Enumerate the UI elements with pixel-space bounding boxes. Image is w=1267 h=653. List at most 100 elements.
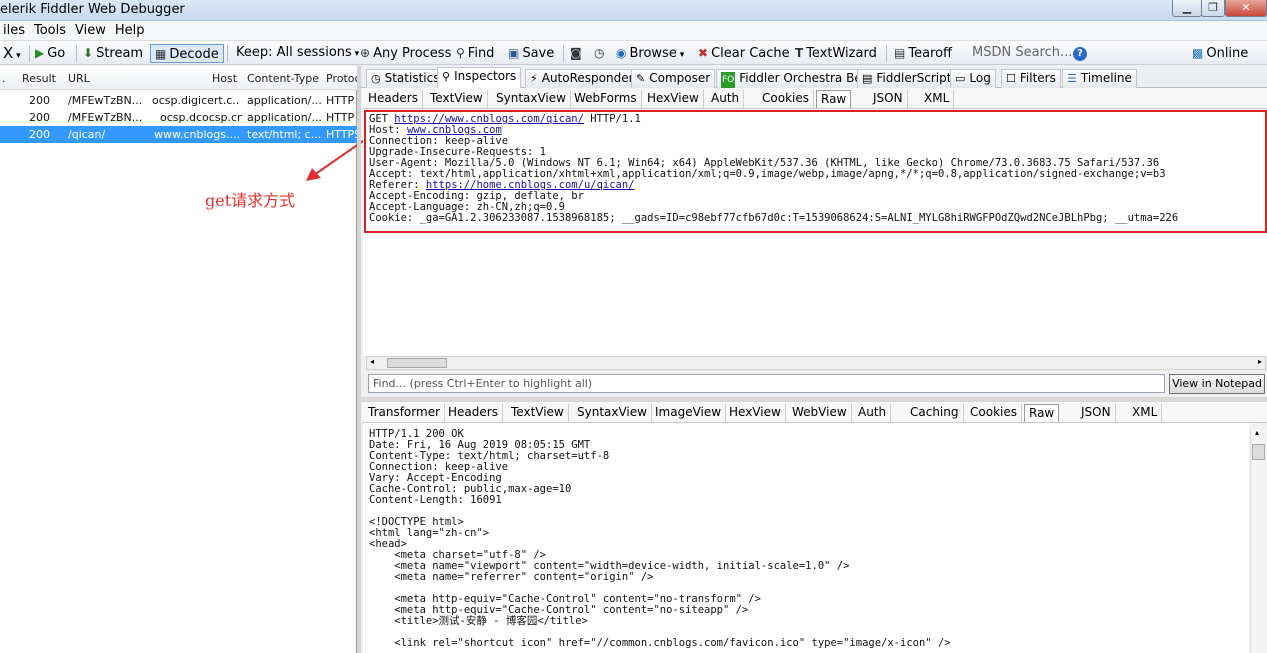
menu-tools[interactable]: Tools — [31, 21, 72, 38]
tab-filters[interactable]: ☐ Filters — [1001, 69, 1061, 88]
log-icon: ▭ — [955, 72, 966, 85]
lightning-icon: ⚡ — [530, 72, 538, 85]
tab-composer[interactable]: ✎ Composer — [631, 69, 716, 88]
col-protocol[interactable]: Protoc — [326, 72, 361, 85]
vertical-splitter[interactable] — [357, 66, 361, 653]
resp-tab-syntaxview[interactable]: SyntaxView — [573, 404, 652, 422]
req-tab-raw[interactable]: Raw — [816, 90, 852, 108]
tab-statistics[interactable]: ◷ Statistics — [366, 69, 445, 88]
req-tab-auth[interactable]: Auth — [707, 90, 745, 108]
response-raw-pane[interactable]: HTTP/1.1 200 OK Date: Fri, 16 Aug 2019 08… — [363, 423, 1249, 653]
decode-icon: ▦ — [155, 47, 167, 61]
response-line: <meta name="referrer" content="origin" /… — [369, 571, 654, 583]
eraser-icon: ✖ — [698, 46, 709, 60]
tab-inspectors[interactable]: ⚲ Inspectors — [437, 67, 522, 88]
col-id[interactable]: . — [2, 72, 6, 85]
tab-autoresponder[interactable]: ⚡ AutoResponder — [525, 69, 639, 88]
main-tabs: ◷ Statistics ⚲ Inspectors ⚡ AutoResponder ✎… — [361, 66, 1267, 89]
response-line: <!DOCTYPE html> — [369, 516, 464, 528]
annotation-text: get请求方式 — [205, 191, 296, 210]
find-button[interactable]: ⚲ Find — [456, 44, 494, 63]
resp-tab-raw[interactable]: Raw — [1024, 404, 1060, 422]
response-line: <html lang="zh-cn"> — [369, 527, 490, 539]
req-tab-xml[interactable]: XML — [920, 90, 955, 108]
resp-tab-textview[interactable]: TextView — [507, 404, 569, 422]
browser-icon: ◉ — [616, 46, 627, 60]
resp-tab-webview[interactable]: WebView — [788, 404, 852, 422]
resp-tab-imageview[interactable]: ImageView — [651, 404, 727, 422]
resp-tab-transformer[interactable]: Transformer — [364, 404, 446, 422]
response-line: Content-Length: 16091 — [369, 494, 502, 506]
stream-button[interactable]: ⬇ Stream — [83, 44, 143, 63]
session-row[interactable]: 200/MFEwTzBN... ocsp.digicert.c... applica… — [0, 92, 357, 109]
play-icon: ▶ — [35, 46, 45, 60]
decode-button[interactable]: ▦ Decode — [150, 44, 224, 63]
find-bar: Find... (press Ctrl+Enter to highlight a… — [366, 373, 1266, 395]
timer-button[interactable]: ◷ — [594, 44, 607, 63]
close-button[interactable]: ✕ — [1225, 0, 1267, 17]
scroll-thumb — [387, 358, 447, 368]
crosshair-icon: ⊕ — [360, 46, 371, 60]
resp-tab-cookies[interactable]: Cookies — [966, 404, 1022, 422]
msdn-search-input[interactable]: MSDN Search... — [972, 44, 1072, 63]
help-icon[interactable]: ? — [1073, 44, 1087, 63]
minimize-button[interactable]: ▁ — [1172, 0, 1202, 17]
resp-tab-hexview[interactable]: HexView — [725, 404, 786, 422]
scroll-thumb — [1252, 444, 1265, 460]
response-tabs: Transformer Headers TextView SyntaxView … — [362, 402, 1267, 423]
col-result[interactable]: Result — [22, 72, 56, 85]
stream-icon: ⬇ — [83, 46, 94, 60]
req-tab-webforms[interactable]: WebForms — [570, 90, 642, 108]
req-tab-json[interactable]: JSON — [869, 90, 908, 108]
col-content-type[interactable]: Content-Type — [247, 72, 319, 85]
timeline-icon: ☰ — [1067, 72, 1077, 85]
resp-tab-xml[interactable]: XML — [1128, 404, 1163, 422]
view-in-notepad-button[interactable]: View in Notepad — [1169, 374, 1265, 394]
resp-tab-headers[interactable]: Headers — [444, 404, 503, 422]
binoculars-icon: ⚲ — [456, 46, 465, 60]
go-button[interactable]: ▶ Go — [35, 44, 65, 63]
horizontal-scrollbar[interactable]: ◂ ▸ — [366, 356, 1266, 370]
online-indicator[interactable]: ▩ Online — [1192, 44, 1248, 63]
menu-files[interactable]: iles — [0, 21, 31, 38]
resp-tab-auth[interactable]: Auth — [854, 404, 892, 422]
tab-timeline[interactable]: ☰ Timeline — [1062, 69, 1137, 88]
text-icon: T — [795, 46, 804, 60]
remove-button[interactable]: X ▾ — [3, 44, 21, 63]
resp-tab-json[interactable]: JSON — [1077, 404, 1116, 422]
inspect-icon: ⚲ — [442, 70, 451, 83]
compose-icon: ✎ — [636, 72, 646, 85]
req-tab-textview[interactable]: TextView — [426, 90, 488, 108]
find-input[interactable]: Find... (press Ctrl+Enter to highlight a… — [368, 374, 1165, 393]
vertical-scrollbar[interactable]: ▴ — [1250, 428, 1267, 653]
session-row[interactable]: 200/MFEwTzBN... ocsp.dcocsp.cn application… — [0, 109, 357, 126]
sessions-header: . Result URL Host Content-Type Protoc — [0, 66, 361, 90]
tab-fiddlerscript[interactable]: ▤ FiddlerScript — [857, 69, 957, 88]
camera-icon: ◙ — [570, 46, 582, 60]
any-process-button[interactable]: ⊕ Any Process — [360, 44, 451, 63]
save-button[interactable]: ▣ Save — [508, 44, 554, 63]
title-bar: elerik Fiddler Web Debugger ▁ ❐ ✕ — [0, 0, 1267, 21]
tab-orchestra[interactable]: FO Fiddler Orchestra Beta — [716, 69, 879, 89]
col-host[interactable]: Host — [212, 72, 237, 85]
menu-view[interactable]: View — [72, 21, 112, 38]
req-tab-hexview[interactable]: HexView — [643, 90, 704, 108]
resp-tab-caching[interactable]: Caching — [906, 404, 964, 422]
maximize-button[interactable]: ❐ — [1201, 0, 1225, 17]
req-tab-syntaxview[interactable]: SyntaxView — [492, 90, 571, 108]
tearoff-button[interactable]: ▤ Tearoff — [894, 44, 952, 63]
fo-icon: FO — [721, 72, 736, 89]
browse-button[interactable]: ◉ Browse ▾ — [616, 44, 684, 63]
keep-sessions-dropdown[interactable]: Keep: All sessions ▾ — [236, 44, 359, 63]
toolbar: X ▾ ▶ Go ⬇ Stream ▦ Decode Keep: All sessio… — [0, 41, 1267, 65]
req-tab-headers[interactable]: Headers — [364, 90, 423, 108]
col-url[interactable]: URL — [68, 72, 90, 85]
script-icon: ▤ — [862, 72, 873, 85]
req-tab-cookies[interactable]: Cookies — [758, 90, 814, 108]
screenshot-button[interactable]: ◙ — [570, 44, 585, 63]
response-line — [369, 506, 1249, 517]
tab-log[interactable]: ▭ Log — [950, 69, 996, 88]
textwizard-button[interactable]: T TextWizard — [795, 44, 877, 63]
menu-help[interactable]: Help — [112, 21, 151, 38]
clear-cache-button[interactable]: ✖ Clear Cache — [698, 44, 790, 63]
